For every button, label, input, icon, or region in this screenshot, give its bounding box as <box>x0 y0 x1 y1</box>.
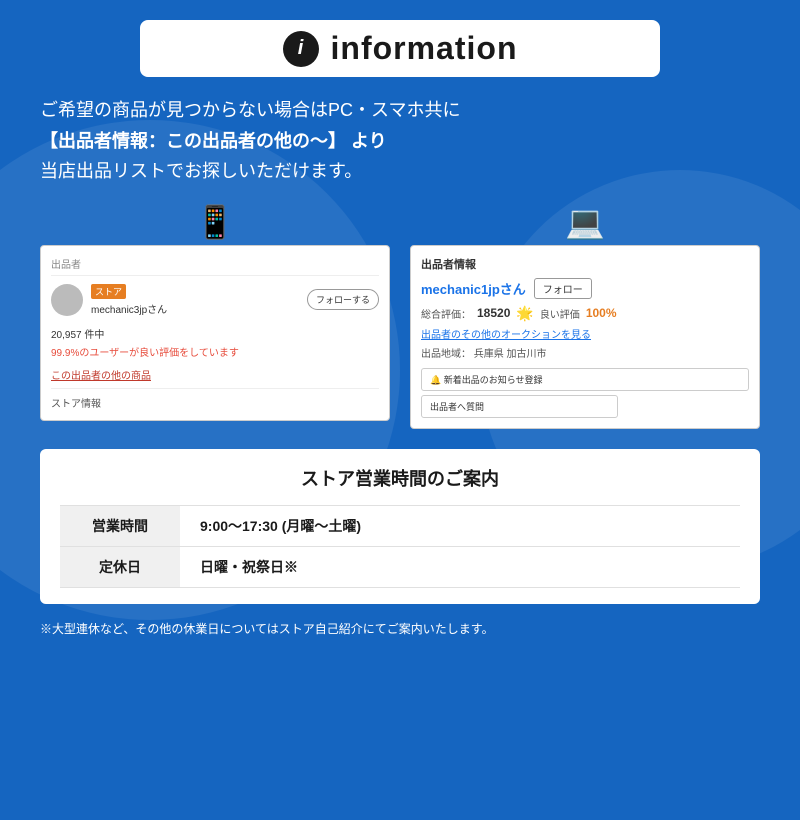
mobile-seller-label: 出品者 <box>51 256 379 276</box>
auction-link[interactable]: 出品者のその他のオークションを見る <box>421 326 749 341</box>
review-percentage: 99.9%のユーザーが良い評価をしています <box>51 344 379 359</box>
hours-label-1: 定休日 <box>60 546 180 587</box>
pc-seller-row: mechanic1jpさん フォロー <box>421 278 749 299</box>
hours-table: 営業時間 9:00〜17:30 (月曜〜土曜) 定休日 日曜・祝祭日※ <box>60 505 740 588</box>
pc-screenshot: 出品者情報 mechanic1jpさん フォロー 総合評価： 18520 🌟 良… <box>410 245 760 429</box>
highlight-text: 【出品者情報：この出品者の他の〜】 より <box>40 131 387 151</box>
main-text-line1: ご希望の商品が見つからない場合はPC・スマホ共に <box>40 95 760 126</box>
review-count: 20,957 件中 <box>51 326 379 341</box>
hours-value-1: 日曜・祝祭日※ <box>180 546 740 587</box>
phone-icon: 📱 <box>195 203 235 241</box>
location-label: 出品地域： <box>421 349 471 360</box>
good-percentage: 100% <box>586 306 617 320</box>
screenshots-row: 📱 出品者 ストア mechanic3jpさん フォローする 20,957 件中… <box>30 203 770 429</box>
hours-row-0: 営業時間 9:00〜17:30 (月曜〜土曜) <box>60 505 740 546</box>
store-hours-section: ストア営業時間のご案内 営業時間 9:00〜17:30 (月曜〜土曜) 定休日 … <box>40 449 760 604</box>
page-title: information <box>331 30 518 67</box>
pc-icon: 💻 <box>565 203 605 241</box>
avatar-icon <box>51 284 83 316</box>
pc-screenshot-wrap: 💻 出品者情報 mechanic1jpさん フォロー 総合評価： 18520 🌟… <box>410 203 760 429</box>
question-button[interactable]: 出品者へ質問 <box>421 395 618 418</box>
rating-label: 総合評価： <box>421 306 471 321</box>
pc-seller-name: mechanic1jpさん <box>421 279 526 298</box>
location-value: 兵庫県 加古川市 <box>474 349 547 360</box>
store-hours-title: ストア営業時間のご案内 <box>60 465 740 491</box>
rating-row: 総合評価： 18520 🌟 良い評価 100% <box>421 305 749 322</box>
mobile-screenshot: 出品者 ストア mechanic3jpさん フォローする 20,957 件中 9… <box>40 245 390 421</box>
header-box: i information <box>140 20 660 77</box>
store-info-text: ストア情報 <box>51 388 379 410</box>
main-container: i information ご希望の商品が見つからない場合はPC・スマホ共に 【… <box>0 20 800 638</box>
good-label: 良い評価 <box>540 306 580 321</box>
store-badge: ストア <box>91 284 126 299</box>
mobile-seller-row: ストア mechanic3jpさん フォローする <box>51 284 379 316</box>
pc-follow-button[interactable]: フォロー <box>534 278 592 299</box>
seller-info-block: ストア mechanic3jpさん <box>91 284 299 316</box>
main-text-line2: 【出品者情報：この出品者の他の〜】 より <box>40 126 760 157</box>
mobile-screenshot-wrap: 📱 出品者 ストア mechanic3jpさん フォローする 20,957 件中… <box>40 203 390 429</box>
mobile-follow-button[interactable]: フォローする <box>307 289 379 310</box>
hours-row-1: 定休日 日曜・祝祭日※ <box>60 546 740 587</box>
notify-button[interactable]: 🔔 新着出品のお知らせ登録 <box>421 368 749 391</box>
hours-value-0: 9:00〜17:30 (月曜〜土曜) <box>180 505 740 546</box>
rating-number: 18520 <box>477 306 510 320</box>
main-description: ご希望の商品が見つからない場合はPC・スマホ共に 【出品者情報：この出品者の他の… <box>30 95 770 187</box>
location-row: 出品地域： 兵庫県 加古川市 <box>421 345 749 360</box>
pc-seller-info-header: 出品者情報 <box>421 256 749 272</box>
main-text-line3: 当店出品リストでお探しいただけます。 <box>40 156 760 187</box>
hours-label-0: 営業時間 <box>60 505 180 546</box>
footer-note: ※大型連休など、その他の休業日についてはストア自己紹介にてご案内いたします。 <box>30 620 770 638</box>
mobile-seller-name: mechanic3jpさん <box>91 301 299 316</box>
info-icon: i <box>283 31 319 67</box>
other-items-link[interactable]: この出品者の他の商品 <box>51 367 379 382</box>
